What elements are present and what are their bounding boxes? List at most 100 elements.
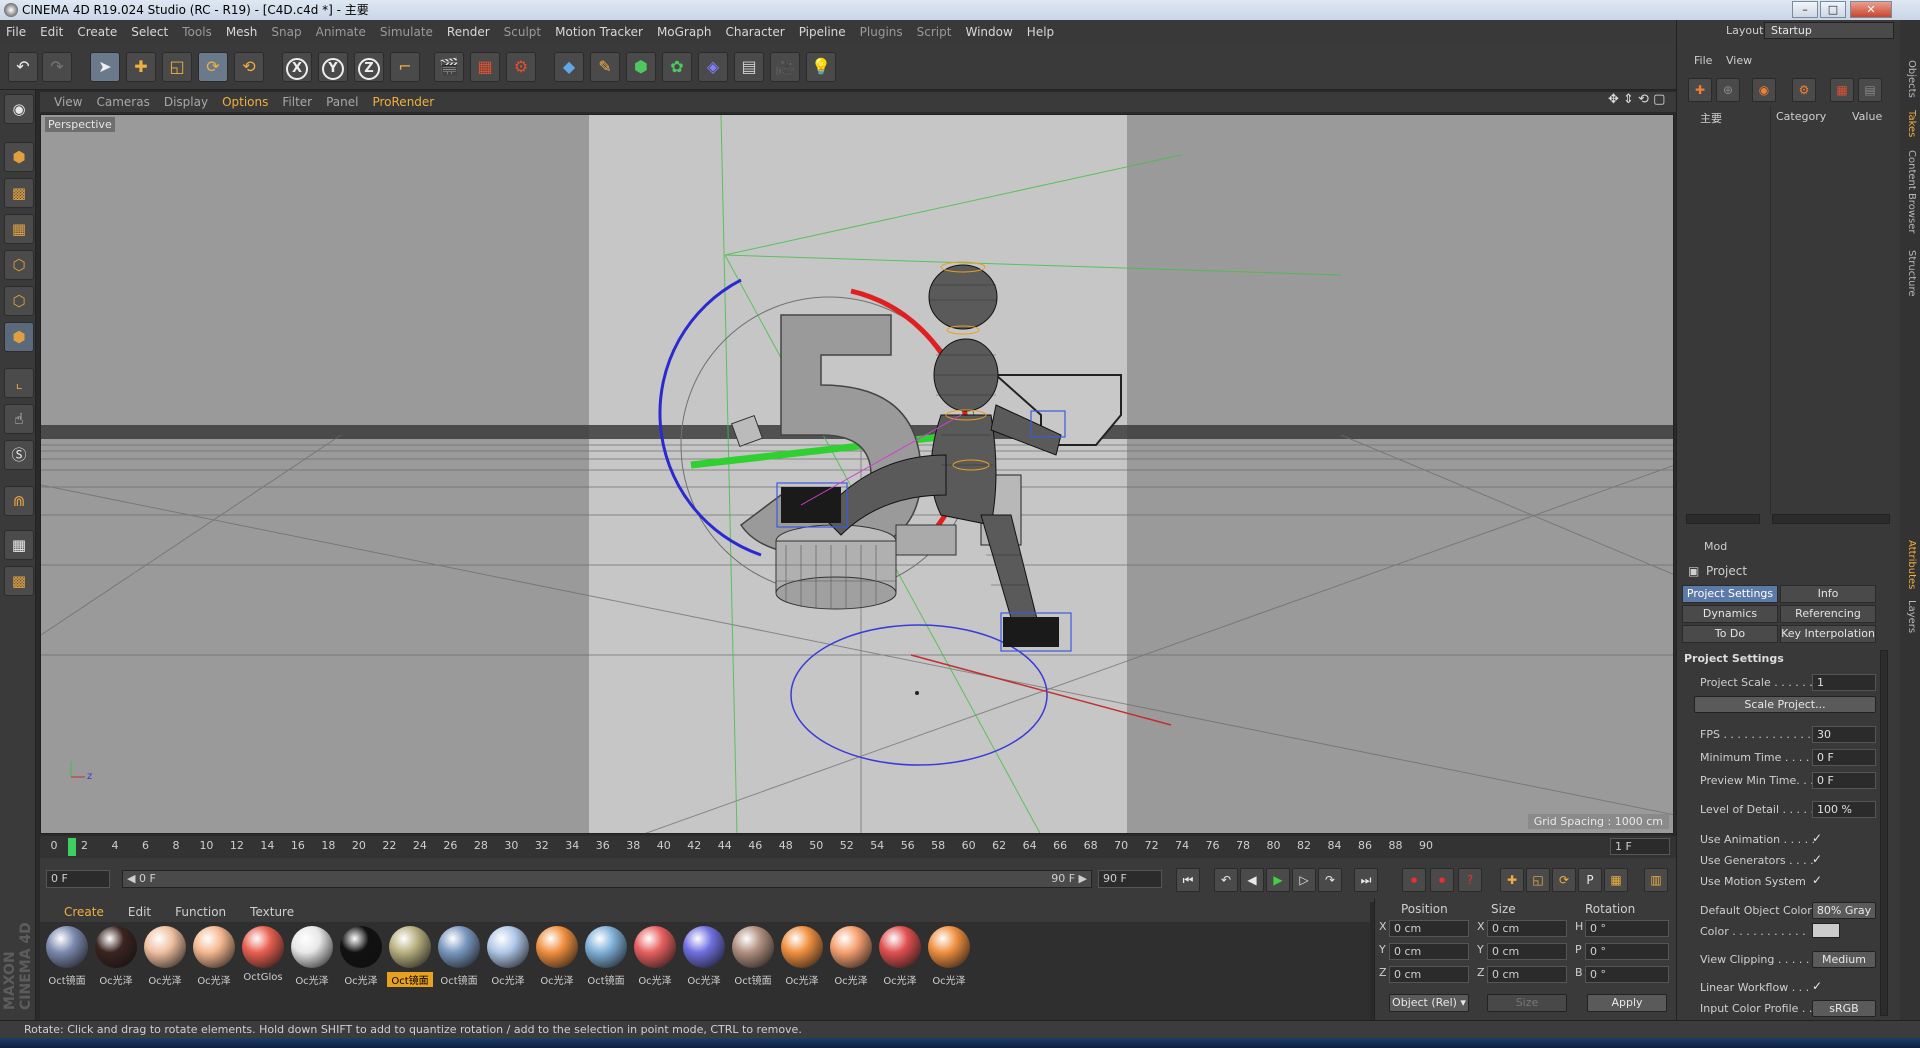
viewport-menu-panel[interactable]: Panel [326, 95, 358, 109]
coordinate-system-icon[interactable]: ⌐ [390, 52, 420, 82]
use-motion-system-checkbox[interactable]: ✓ [1812, 873, 1826, 887]
position-field[interactable]: 0 cm [1389, 966, 1469, 983]
project-scale-field[interactable]: 1 [1812, 674, 1876, 691]
go-to-end-icon[interactable]: ⏭ [1354, 868, 1378, 892]
objects-hscrollbar-right[interactable] [1772, 514, 1890, 524]
menu-file[interactable]: File [6, 25, 26, 39]
material-swatch[interactable]: Oct镜面 [730, 926, 776, 988]
material-swatch[interactable]: Oc光泽 [632, 926, 678, 988]
minimize-button[interactable]: – [1792, 1, 1818, 18]
planar-workplane-icon[interactable]: ▩ [4, 566, 34, 596]
viewport-menu-cameras[interactable]: Cameras [96, 95, 149, 109]
position-field[interactable]: 0 cm [1389, 920, 1469, 937]
tab-referencing[interactable]: Referencing [1780, 605, 1876, 623]
make-editable-icon[interactable]: ◉ [4, 94, 34, 124]
cloner-icon[interactable]: ✿ [662, 52, 692, 82]
camera-icon[interactable]: 🎥 [770, 52, 800, 82]
tab-key-interpolation[interactable]: Key Interpolation [1780, 625, 1876, 643]
scale-project-button[interactable]: Scale Project... [1694, 696, 1876, 713]
redo-icon[interactable]: ↷ [42, 52, 72, 82]
viewport-menu-view[interactable]: View [54, 95, 82, 109]
menu-tools[interactable]: Tools [182, 25, 212, 39]
timeline-window-icon[interactable]: ▥ [1644, 868, 1668, 892]
pen-spline-icon[interactable]: ✎ [590, 52, 620, 82]
minimum-time-field[interactable]: 0 F [1812, 749, 1876, 766]
menu-plugins[interactable]: Plugins [860, 25, 903, 39]
workplane-lock-icon[interactable]: ▦ [4, 530, 34, 560]
tab-info[interactable]: Info [1780, 585, 1876, 603]
floor-scene-icon[interactable]: ▤ [734, 52, 764, 82]
tab-structure[interactable]: Structure [1903, 250, 1917, 297]
edges-mode-icon[interactable]: ⬡ [4, 286, 34, 316]
view-clipping-dropdown[interactable]: Medium [1812, 951, 1876, 968]
fps-field[interactable]: 30 [1812, 726, 1876, 743]
render-view-icon[interactable]: 🎬 [434, 52, 464, 82]
move-icon[interactable]: ✚ [126, 52, 156, 82]
rotation-field[interactable]: 0 ° [1585, 920, 1669, 937]
material-swatch[interactable]: Oct镜面 [44, 926, 90, 988]
default-object-color-dropdown[interactable]: 80% Gray [1812, 902, 1876, 919]
snapping-icon[interactable]: ⋒ [4, 486, 34, 516]
menu-mesh[interactable]: Mesh [226, 25, 258, 39]
material-menu-edit[interactable]: Edit [128, 905, 151, 919]
preview-min-time-field[interactable]: 0 F [1812, 772, 1876, 789]
material-swatch[interactable]: Oc光泽 [926, 926, 972, 988]
preview-range-slider[interactable]: ◀ 0 F 90 F ▶ [122, 870, 1092, 888]
polygons-mode-icon[interactable]: ⬢ [4, 322, 34, 352]
size-field[interactable]: 0 cm [1487, 920, 1567, 937]
material-menu-texture[interactable]: Texture [250, 905, 294, 919]
rotate-icon[interactable]: ⟳ [198, 52, 228, 82]
start-frame-field[interactable]: 0 F [46, 870, 110, 888]
key-scale-icon[interactable]: ◱ [1526, 868, 1550, 892]
material-swatch[interactable]: Oc光泽 [534, 926, 580, 988]
go-to-start-icon[interactable]: ⏮ [1176, 868, 1200, 892]
menu-select[interactable]: Select [131, 25, 168, 39]
position-field[interactable]: 0 cm [1389, 943, 1469, 960]
tab-project-settings[interactable]: Project Settings [1682, 585, 1778, 603]
material-swatch[interactable]: Oc光泽 [877, 926, 923, 988]
menu-sculpt[interactable]: Sculpt [504, 25, 541, 39]
render-settings-icon[interactable]: ⚙ [506, 52, 536, 82]
tab-attributes[interactable]: Attributes [1903, 540, 1917, 589]
key-position-icon[interactable]: ✚ [1500, 868, 1524, 892]
cube-primitive-icon[interactable]: ◆ [554, 52, 584, 82]
material-swatch[interactable]: Oc光泽 [779, 926, 825, 988]
objects-menu-view[interactable]: View [1726, 54, 1752, 67]
z-axis-lock-button[interactable]: Z [354, 52, 384, 82]
tab-content-browser[interactable]: Content Browser [1903, 150, 1917, 233]
attributes-menu-mode[interactable]: Mod [1704, 540, 1727, 553]
menu-pipeline[interactable]: Pipeline [799, 25, 846, 39]
texture-mode-icon[interactable]: ▩ [4, 178, 34, 208]
viewport-navigation-icons[interactable]: ✥ ⇕ ⟲ ▢ [1608, 92, 1665, 107]
use-generators-checkbox[interactable]: ✓ [1812, 852, 1826, 866]
menu-script[interactable]: Script [917, 25, 952, 39]
menu-render[interactable]: Render [447, 25, 490, 39]
subdivision-generator-icon[interactable]: ⬢ [626, 52, 656, 82]
viewport-menu-prorender[interactable]: ProRender [372, 95, 434, 109]
use-animation-checkbox[interactable]: ✓ [1812, 831, 1826, 845]
material-swatch[interactable]: Oc光泽 [338, 926, 384, 988]
menu-help[interactable]: Help [1027, 25, 1054, 39]
material-swatch[interactable]: Oct镜面 [387, 926, 433, 988]
tab-dynamics[interactable]: Dynamics [1682, 605, 1778, 623]
tab-to-do[interactable]: To Do [1682, 625, 1778, 643]
undo-icon[interactable]: ↶ [8, 52, 38, 82]
material-menu-function[interactable]: Function [175, 905, 226, 919]
viewport-menu-display[interactable]: Display [164, 95, 208, 109]
attributes-vscrollbar[interactable] [1880, 650, 1888, 1016]
octane-live-icon[interactable]: ▤ [1858, 78, 1882, 102]
material-swatch[interactable]: Oct镜面 [583, 926, 629, 988]
menu-window[interactable]: Window [965, 25, 1012, 39]
viewport-menu-filter[interactable]: Filter [282, 95, 312, 109]
add-object-icon[interactable]: ✚ [1688, 78, 1712, 102]
close-button[interactable]: ✕ [1850, 1, 1892, 18]
material-swatch[interactable]: Oc光泽 [93, 926, 139, 988]
level-of-detail-field[interactable]: 100 % [1812, 801, 1876, 818]
menu-snap[interactable]: Snap [271, 25, 301, 39]
material-swatch[interactable]: Oc光泽 [142, 926, 188, 988]
rotation-field[interactable]: 0 ° [1585, 943, 1669, 960]
material-menu-create[interactable]: Create [64, 905, 104, 919]
menu-mograph[interactable]: MoGraph [657, 25, 712, 39]
deformer-icon[interactable]: ◈ [698, 52, 728, 82]
menu-motion-tracker[interactable]: Motion Tracker [555, 25, 643, 39]
